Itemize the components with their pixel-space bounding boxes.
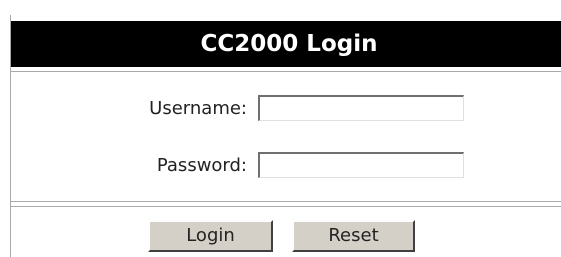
username-input[interactable] (258, 95, 464, 121)
login-button[interactable]: Login (148, 220, 273, 252)
button-bar: Login Reset (11, 206, 561, 257)
login-title-bar: CC2000 Login (11, 21, 561, 67)
page-title: CC2000 Login (200, 31, 378, 57)
login-panel: CC2000 Login Username: Password: Login R… (10, 15, 561, 257)
username-label: Username: (149, 98, 247, 119)
username-row: Username: (11, 92, 561, 126)
reset-button[interactable]: Reset (292, 220, 415, 252)
password-input[interactable] (258, 152, 464, 178)
password-row: Password: (11, 149, 561, 183)
password-label: Password: (156, 155, 247, 176)
login-form: Username: Password: (11, 71, 561, 202)
